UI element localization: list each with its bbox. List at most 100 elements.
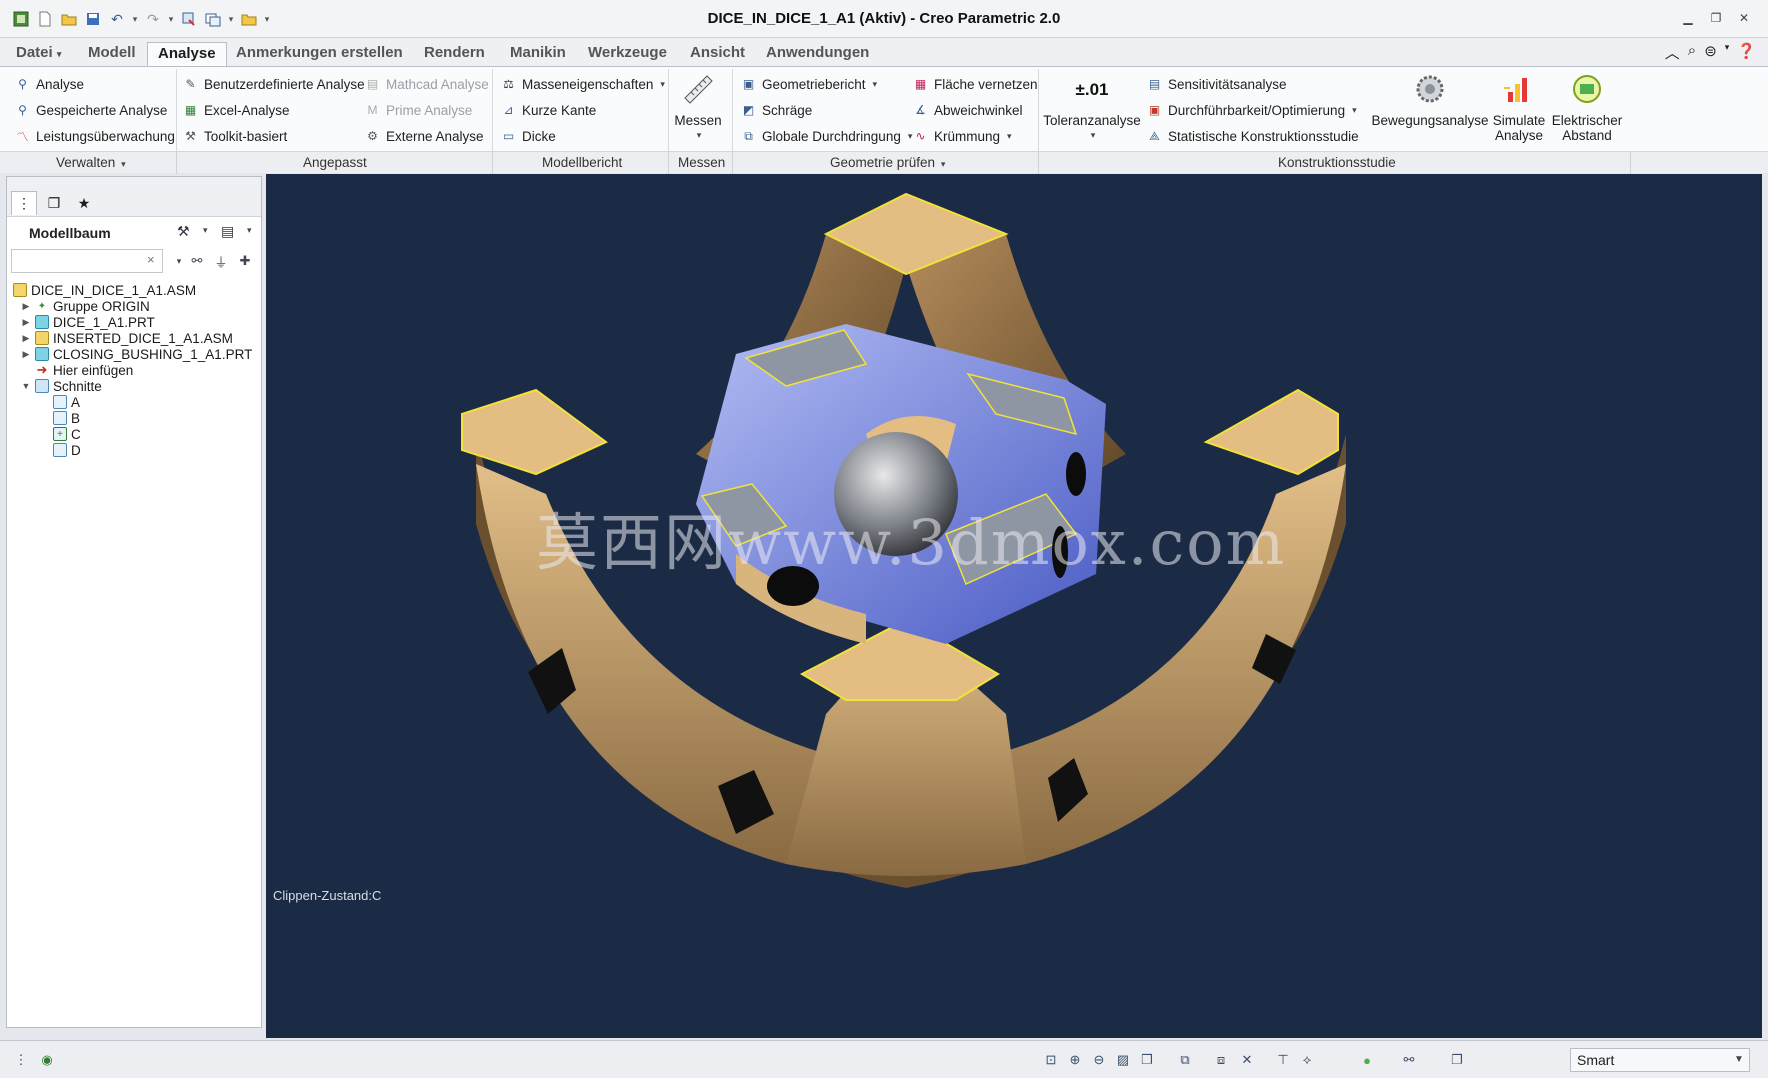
excel-analysis-button[interactable]: ▦ Excel-Analyse: [182, 99, 290, 121]
repaint-icon[interactable]: ▨: [1112, 1049, 1134, 1071]
external-analysis-button[interactable]: ⚙ Externe Analyse: [364, 125, 483, 147]
global-interference-button[interactable]: ⧉ Globale Durchdringung ▾: [740, 125, 912, 147]
view-manager-icon[interactable]: ⧈: [1210, 1049, 1232, 1071]
expand-icon[interactable]: ▶: [21, 301, 31, 312]
add-icon[interactable]: ✚: [235, 251, 255, 271]
performance-monitor-button[interactable]: 〽 Leistungsüberwachung: [14, 125, 174, 147]
zoom-out-icon[interactable]: ⊖: [1088, 1049, 1110, 1071]
close-icon[interactable]: ✕: [1734, 9, 1754, 27]
insert-arrow-icon: ➜: [36, 362, 48, 377]
tolerance-analysis-button[interactable]: ±.01 Toleranzanalyse ▾: [1043, 71, 1141, 143]
help-dropdown-icon[interactable]: ▾: [1725, 42, 1730, 63]
favorites-tab-icon[interactable]: ★: [71, 191, 97, 215]
short-edge-button[interactable]: ⊿ Kurze Kante: [500, 99, 596, 121]
part-icon: [35, 347, 49, 361]
feasibility-optimization-button[interactable]: ▣ Durchführbarkeit/Optimierung ▾: [1146, 99, 1357, 121]
chevron-down-icon[interactable]: ▾: [203, 225, 208, 236]
toolkit-based-button[interactable]: ⚒ Toolkit-basiert: [182, 125, 287, 147]
zoom-in-icon[interactable]: ⊕: [1064, 1049, 1086, 1071]
model-render[interactable]: [266, 174, 1762, 1038]
graphics-viewport[interactable]: 莫西网www.3dmox.com Clippen-Zustand:C: [266, 174, 1762, 1038]
tab-rendern[interactable]: Rendern: [414, 42, 495, 66]
tab-werkzeuge[interactable]: Werkzeuge: [578, 42, 677, 66]
find-binoculars-icon[interactable]: ⚯: [187, 251, 207, 271]
datum-display-icon[interactable]: ✕: [1236, 1049, 1258, 1071]
expand-icon[interactable]: ▶: [21, 349, 31, 360]
tree-node-label: Schnitte: [53, 378, 102, 394]
tab-analyse[interactable]: Analyse: [147, 42, 227, 66]
expand-icon[interactable]: ▶: [21, 333, 31, 344]
spin-center-icon[interactable]: ⟡: [1296, 1049, 1318, 1071]
group-verwalten[interactable]: Verwalten ▾: [56, 155, 126, 170]
sensitivity-analysis-button[interactable]: ▤ Sensitivitätsanalyse: [1146, 73, 1287, 95]
tab-manikin[interactable]: Manikin: [500, 42, 576, 66]
curvature-label: Krümmung: [934, 128, 1001, 144]
minimize-ribbon-icon[interactable]: ︿: [1665, 42, 1680, 63]
curvature-button[interactable]: ∿ Krümmung ▾: [912, 125, 1011, 147]
mass-properties-label: Masseneigenschaften: [522, 76, 654, 92]
mesh-surface-button[interactable]: ▦ Fläche vernetzen: [912, 73, 1038, 95]
clear-search-icon[interactable]: ×: [147, 252, 155, 267]
model-tree-header: Modellbaum ⚒ ▾ ▤ ▾: [7, 217, 261, 247]
saved-orientations-icon[interactable]: ❒: [1136, 1049, 1158, 1071]
tree-settings-icon[interactable]: ⚒: [177, 223, 190, 240]
selection-filter-select[interactable]: Smart: [1570, 1048, 1750, 1072]
short-edge-label: Kurze Kante: [522, 102, 597, 118]
filter-icon[interactable]: ⏚: [211, 251, 231, 271]
die-hole: [1066, 452, 1086, 496]
chevron-down-icon[interactable]: ▼: [1734, 1054, 1744, 1065]
global-interference-label: Globale Durchdringung: [762, 128, 901, 144]
saved-analysis-button[interactable]: ⚲ Gespeicherte Analyse: [14, 99, 167, 121]
mathcad-analysis-button[interactable]: ▤ Mathcad Analyse: [364, 73, 489, 95]
tab-modell[interactable]: Modell: [78, 42, 146, 66]
chevron-down-icon[interactable]: ▾: [169, 251, 189, 271]
tab-ansicht[interactable]: Ansicht: [680, 42, 755, 66]
deviation-angle-button[interactable]: ∡ Abweichwinkel: [912, 99, 1022, 121]
show-columns-icon[interactable]: ▤: [221, 223, 234, 240]
selection-box-icon[interactable]: ❐: [1446, 1049, 1468, 1071]
annotation-display-icon[interactable]: ⊤: [1272, 1049, 1294, 1071]
tab-datei[interactable]: Datei ▾: [6, 42, 71, 66]
folder-browser-tab-icon[interactable]: ❐: [41, 191, 67, 215]
draft-button[interactable]: ◩ Schräge: [740, 99, 812, 121]
geometry-report-icon: ▣: [742, 77, 755, 91]
electrical-clearance-button[interactable]: Elektrischer Abstand: [1552, 71, 1622, 143]
group-messen: Messen: [678, 155, 726, 170]
analyse-button[interactable]: ⚲ Analyse: [14, 73, 84, 95]
tree-node-section-d[interactable]: D: [53, 441, 81, 459]
find-icon[interactable]: ⚯: [1398, 1049, 1420, 1071]
tab-anmerkungen[interactable]: Anmerkungen erstellen: [226, 42, 413, 66]
group-geometrie-pruefen[interactable]: Geometrie prüfen ▾: [830, 155, 945, 170]
motion-analysis-button[interactable]: Bewegungsanalyse: [1370, 71, 1490, 128]
prime-analysis-button[interactable]: M Prime Analyse: [364, 99, 473, 121]
sections-icon: [35, 379, 49, 393]
chevron-down-icon: ▾: [940, 159, 946, 169]
display-style-icon[interactable]: ⧉: [1174, 1049, 1196, 1071]
custom-analysis-label: Benutzerdefinierte Analyse: [204, 76, 365, 92]
simulate-analysis-button[interactable]: Simulate Analyse: [1490, 71, 1548, 143]
mass-properties-button[interactable]: ⚖ Masseneigenschaften ▾: [500, 73, 665, 95]
search-icon[interactable]: ⌕: [1688, 42, 1696, 63]
restore-icon[interactable]: ❐: [1706, 9, 1726, 27]
tab-anwendungen[interactable]: Anwendungen: [756, 42, 879, 66]
chevron-down-icon[interactable]: ▾: [247, 225, 252, 236]
tree-search-input[interactable]: [11, 249, 163, 273]
browser-toggle-icon[interactable]: ◉: [36, 1049, 58, 1071]
help-icon[interactable]: ❓: [1737, 42, 1756, 63]
collapse-icon[interactable]: ▼: [21, 381, 31, 391]
geometry-report-button[interactable]: ▣ Geometriebericht ▾: [740, 73, 877, 95]
help-center-icon[interactable]: ⊜: [1704, 42, 1717, 63]
refit-icon[interactable]: ⊡: [1040, 1049, 1062, 1071]
navigator-toggle-icon[interactable]: ⋮: [10, 1049, 32, 1071]
thickness-button[interactable]: ▭ Dicke: [500, 125, 556, 147]
custom-analysis-button[interactable]: ✎ Benutzerdefinierte Analyse: [182, 73, 365, 95]
model-tree-tab-icon[interactable]: ⋮: [11, 191, 37, 215]
mass-icon: ⚖: [503, 77, 514, 91]
interference-icon: ⧉: [744, 128, 753, 143]
measure-button[interactable]: Messen ▾: [674, 71, 722, 143]
group-divider: [668, 69, 669, 151]
statistical-design-study-button[interactable]: ⟁ Statistische Konstruktionsstudie: [1146, 125, 1358, 147]
minimize-icon[interactable]: ▁: [1678, 9, 1698, 27]
expand-icon[interactable]: ▶: [21, 317, 31, 328]
excel-analysis-label: Excel-Analyse: [204, 102, 290, 118]
